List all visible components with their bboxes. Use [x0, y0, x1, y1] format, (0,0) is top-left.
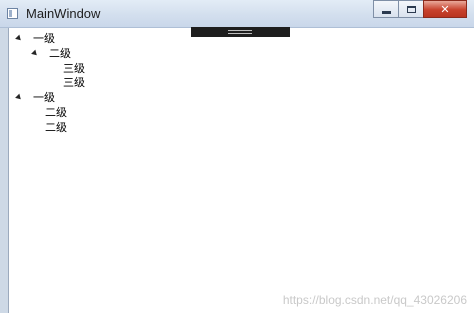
tree-item-label: 三级 — [63, 76, 85, 89]
tree-item-label: 二级 — [45, 121, 67, 134]
tree-item-level3[interactable]: 三级 — [63, 75, 85, 90]
close-button[interactable]: ✕ — [423, 0, 467, 18]
tree-item-level2[interactable]: 二级 — [45, 105, 67, 120]
tree-item-label: 二级 — [45, 106, 67, 119]
maximize-icon — [406, 5, 416, 13]
minimize-icon — [381, 10, 391, 14]
window-left-border — [0, 28, 9, 313]
expand-arrow-icon[interactable] — [15, 93, 25, 103]
expand-arrow-icon[interactable] — [15, 34, 25, 44]
tree-item-label: 一级 — [33, 91, 55, 104]
tree-view[interactable]: 一级 二级 三级 三级 一级 二级 二级 — [9, 28, 474, 313]
window-title: MainWindow — [26, 6, 101, 21]
caption-buttons: ✕ — [373, 0, 467, 18]
title-bar[interactable]: MainWindow ✕ — [0, 0, 474, 28]
expand-arrow-icon[interactable] — [31, 49, 41, 59]
tree-item-level1[interactable]: 一级 — [15, 90, 55, 105]
tree-item-level2[interactable]: 二级 — [45, 120, 67, 135]
watermark-text: https://blog.csdn.net/qq_43026206 — [282, 293, 467, 307]
close-icon: ✕ — [440, 2, 450, 16]
tree-item-label: 一级 — [33, 32, 55, 45]
tree-item-level1[interactable]: 一级 — [15, 31, 55, 46]
tree-item-level2[interactable]: 二级 — [31, 46, 71, 61]
tree-item-label: 三级 — [63, 62, 85, 75]
minimize-button[interactable] — [373, 0, 399, 18]
tree-item-level3[interactable]: 三级 — [63, 61, 85, 76]
maximize-button[interactable] — [398, 0, 424, 18]
main-window: MainWindow ✕ 一级 二级 三级 三级 一级 二级 二级 https:… — [0, 0, 474, 313]
app-icon[interactable] — [7, 8, 18, 19]
tree-item-label: 二级 — [49, 47, 71, 60]
